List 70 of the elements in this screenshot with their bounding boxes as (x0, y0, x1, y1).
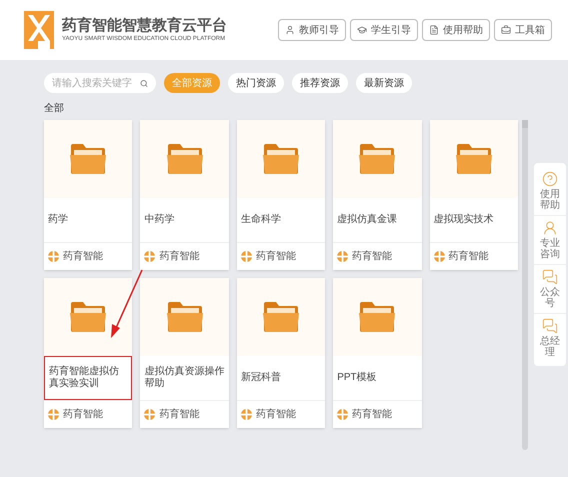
avatar-icon (144, 409, 156, 420)
card-title: 药育智能虚拟仿真实验实训 (49, 366, 120, 390)
resource-card[interactable]: 中药学 药育智能 (140, 120, 229, 270)
avatar-icon (337, 409, 348, 420)
side-panel-item[interactable]: 总经理 (534, 313, 566, 362)
help-icon (542, 171, 558, 187)
resource-card[interactable]: 新冠科普 药育智能 (236, 278, 326, 428)
logo-icon (24, 11, 54, 49)
card-title: 虚拟仿真资源操作帮助 (144, 366, 225, 390)
header-button[interactable]: 教师引导 (278, 19, 346, 41)
card-title: 新冠科普 (240, 372, 281, 384)
resource-card[interactable]: PPT模板 药育智能 (333, 278, 422, 428)
card-author: 药育智能 (256, 250, 296, 264)
person-icon (542, 220, 558, 236)
person-icon (285, 25, 295, 35)
header-button[interactable]: 工具箱 (494, 19, 552, 41)
search-icon (140, 78, 148, 88)
folder-icon (166, 301, 204, 333)
folder-icon (262, 143, 300, 175)
chat-icon (542, 269, 558, 285)
card-author: 药育智能 (159, 250, 200, 264)
card-author: 药育智能 (352, 250, 392, 264)
toolbox-icon (501, 25, 511, 35)
platform-title: 药育智能智慧教育云平台 (62, 16, 227, 34)
avatar-icon (434, 251, 445, 262)
filter-tab[interactable]: 推荐资源 (292, 73, 348, 93)
card-title: 药学 (48, 214, 68, 226)
card-author: 药育智能 (352, 408, 392, 422)
avatar-icon (337, 251, 348, 262)
folder-icon (454, 143, 493, 175)
section-title: 全部 (44, 102, 65, 116)
avatar-icon (48, 409, 59, 420)
avatar-icon (240, 409, 252, 420)
folder-icon (69, 143, 108, 175)
card-title: PPT模板 (337, 372, 377, 384)
side-panel-item[interactable]: 专业咨询 (534, 215, 566, 264)
header-button[interactable]: 学生引导 (350, 19, 418, 41)
search-field[interactable]: 请输入搜索关键字 (44, 73, 156, 93)
folder-icon (166, 143, 204, 175)
folder-icon (358, 143, 396, 175)
card-author: 药育智能 (63, 250, 103, 264)
resource-card[interactable]: 生命科学 药育智能 (236, 120, 326, 270)
card-author: 药育智能 (448, 250, 489, 264)
document-icon (429, 25, 439, 35)
folder-icon (358, 301, 396, 333)
card-author: 药育智能 (256, 408, 296, 422)
resource-card[interactable]: 药学 药育智能 (44, 120, 132, 270)
card-title: 虚拟现实技术 (434, 214, 494, 226)
chat-icon (542, 318, 558, 334)
side-panel-item[interactable]: 公众号 (534, 264, 566, 313)
resource-card[interactable]: 虚拟仿真资源操作帮助 药育智能 (140, 278, 229, 428)
card-title: 中药学 (144, 214, 174, 226)
side-panel-item[interactable]: 使用帮助 (534, 167, 566, 215)
resource-card[interactable]: 虚拟仿真金课 药育智能 (333, 120, 422, 270)
folder-icon (262, 301, 300, 333)
avatar-icon (48, 251, 59, 262)
filter-tab[interactable]: 最新资源 (356, 73, 412, 93)
folder-icon (69, 301, 108, 333)
card-title: 虚拟仿真金课 (337, 214, 398, 226)
avatar-icon (240, 251, 252, 262)
filter-tab[interactable]: 热门资源 (228, 73, 284, 93)
scrollbar[interactable] (522, 120, 528, 450)
card-author: 药育智能 (159, 408, 200, 422)
avatar-icon (144, 251, 156, 262)
header-button[interactable]: 使用帮助 (422, 19, 490, 41)
resource-card[interactable]: 虚拟现实技术 药育智能 (430, 120, 518, 270)
graduation-cap-icon (357, 25, 367, 35)
card-title: 生命科学 (240, 214, 281, 226)
resource-card[interactable]: 药育智能虚拟仿真实验实训 药育智能 (44, 278, 132, 428)
card-author: 药育智能 (63, 408, 103, 422)
